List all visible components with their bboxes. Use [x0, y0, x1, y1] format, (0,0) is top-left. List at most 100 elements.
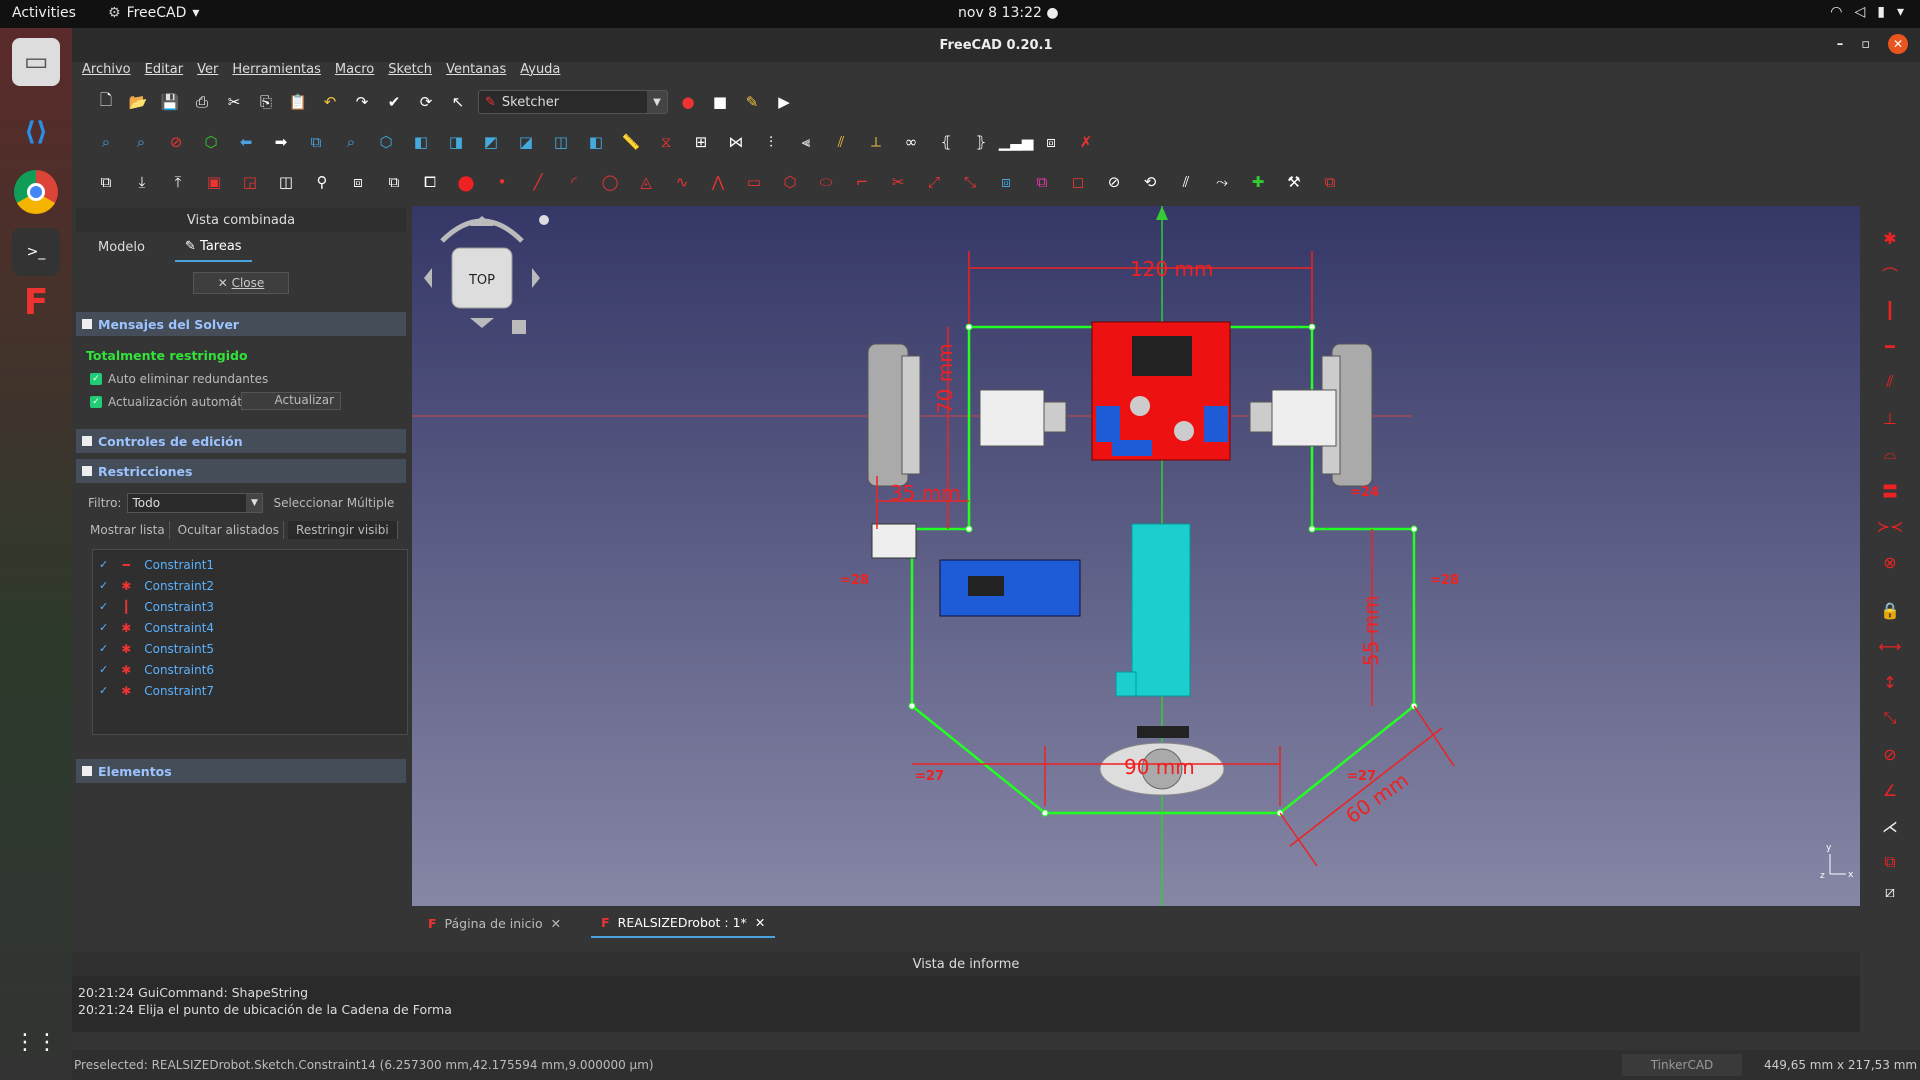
validate-icon[interactable]: ⚲ — [310, 170, 334, 194]
constraint-list[interactable]: ✓ ━ Constraint1 ✓ ✱ Constraint2 ✓ ┃ Constraint… — [92, 549, 408, 735]
front-view-icon[interactable]: ◧ — [409, 130, 433, 154]
reorient-icon[interactable]: ◫ — [274, 170, 298, 194]
block-icon[interactable]: ⧈ — [1039, 130, 1063, 154]
toggle-driving-icon[interactable]: ⧉ — [1878, 850, 1902, 874]
chrome-icon[interactable] — [12, 168, 60, 216]
auto-update-checkbox[interactable]: ✓ Actualización automática Actualizar — [76, 386, 406, 410]
constraint-row[interactable]: ✓ ✱ Constraint6 — [93, 659, 407, 680]
equal-constraint-bottom-right[interactable]: =27 — [1347, 769, 1376, 784]
toggle-driving-icon[interactable]: ⊘ — [1102, 170, 1126, 194]
dim-side-label[interactable]: 35 mm — [890, 481, 961, 505]
rear-view-icon[interactable]: ◪ — [514, 130, 538, 154]
line-icon[interactable]: ╱ — [526, 170, 550, 194]
stop-operation-icon[interactable]: ● — [454, 170, 478, 194]
constrain-block-icon[interactable]: ⊗ — [1878, 550, 1902, 574]
run-macro-icon[interactable]: ▶ — [772, 90, 796, 114]
carbon-copy-icon[interactable]: ⧉ — [1030, 170, 1054, 194]
constrain-radius-icon[interactable]: ⊘ — [1878, 742, 1902, 766]
merge-icon[interactable]: ⧈ — [346, 170, 370, 194]
new-document-icon[interactable]: 🗋 — [94, 90, 118, 114]
constraint-row[interactable]: ✓ ✱ Constraint7 — [93, 680, 407, 701]
tab-realsized-robot[interactable]: F REALSIZEDrobot : 1* ✕ — [591, 909, 776, 938]
equal-constraint-right[interactable]: =28 — [1430, 573, 1459, 588]
clone-icon[interactable]: ⧠ — [418, 170, 442, 194]
navigation-cube[interactable]: TOP — [424, 215, 549, 334]
hide-listed-button[interactable]: Ocultar alistados — [174, 521, 285, 539]
slot-icon[interactable]: ⬭ — [814, 170, 838, 194]
vscode-icon[interactable]: ⟨⟩ — [12, 108, 60, 156]
close-window-button[interactable]: ✕ — [1888, 34, 1908, 54]
fillet-icon[interactable]: ⌐ — [850, 170, 874, 194]
top-view-icon[interactable]: ◨ — [444, 130, 468, 154]
equal-constraint-bottom-left[interactable]: =27 — [915, 769, 944, 784]
constrain-perpendicular-icon[interactable]: ⊥ — [1878, 406, 1902, 430]
constrain-equal-icon[interactable]: 〓 — [1878, 478, 1902, 502]
bounding-box-icon[interactable]: ⬡ — [199, 130, 223, 154]
remove-axes-icon[interactable]: ⚒ — [1282, 170, 1306, 194]
restrict-visible-button[interactable]: Restringir visibi — [288, 521, 398, 539]
chart-icon[interactable]: ▁▃▅ — [999, 130, 1034, 154]
constraint-row[interactable]: ✓ ━ Constraint1 — [93, 554, 407, 575]
paste-icon[interactable]: 📋 — [286, 90, 310, 114]
offset-icon[interactable]: ⤳ — [1210, 170, 1234, 194]
menu-sketch[interactable]: Sketch — [388, 62, 432, 82]
constraint-horizontal-icon[interactable]: ⫷ — [794, 130, 818, 154]
arc-icon[interactable]: ◜ — [562, 170, 586, 194]
clock[interactable]: nov 8 13:22 ● — [958, 5, 1059, 21]
record-macro-icon[interactable]: ● — [676, 90, 700, 114]
tab-start-page[interactable]: F Página de inicio ✕ — [418, 910, 571, 937]
save-icon[interactable]: 💾 — [158, 90, 182, 114]
constrain-angle-icon[interactable]: ∠ — [1878, 778, 1902, 802]
link-icon[interactable]: ⧉ — [304, 130, 328, 154]
workbench-selector[interactable]: ✎ Sketcher ▼ — [478, 90, 668, 114]
menu-ayuda[interactable]: Ayuda — [520, 62, 560, 82]
constraint-symmetric-icon[interactable]: ⦄ — [969, 130, 993, 154]
constrain-parallel-icon[interactable]: ⫽ — [1878, 370, 1902, 394]
constraint-tangent-icon[interactable]: ∞ — [899, 130, 923, 154]
copy-icon[interactable]: ⎘ — [254, 90, 278, 114]
solver-messages-header[interactable]: Mensajes del Solver — [76, 312, 406, 336]
conic-icon[interactable]: ◬ — [634, 170, 658, 194]
construction-mode-icon[interactable]: ◻ — [1066, 170, 1090, 194]
bspline-tools-icon[interactable]: ⧉ — [1318, 170, 1342, 194]
circle-icon[interactable]: ◯ — [598, 170, 622, 194]
polyline-icon[interactable]: ⋀ — [706, 170, 730, 194]
constrain-horizontal-icon[interactable]: ━ — [1878, 334, 1902, 358]
redo-icon[interactable]: ↷ — [350, 90, 374, 114]
cut-icon[interactable]: ✂ — [222, 90, 246, 114]
system-tray[interactable]: ◠ ◁ ▮ ▾ — [1830, 4, 1904, 20]
zoom-icon[interactable]: ⌕ — [339, 130, 363, 154]
dim-height-label[interactable]: 70 mm — [933, 343, 957, 414]
menu-archivo[interactable]: Archivo — [82, 62, 131, 82]
dim-bottom-label[interactable]: 90 mm — [1124, 755, 1195, 779]
show-apps-icon[interactable]: ⋮⋮ — [12, 1018, 60, 1066]
trim-icon[interactable]: ✂ — [886, 170, 910, 194]
split-icon[interactable]: ⤡ — [958, 170, 982, 194]
menu-editar[interactable]: Editar — [145, 62, 184, 82]
report-log[interactable]: 20:21:24 GuiCommand: ShapeString 20:21:2… — [72, 976, 1860, 1032]
sketch-viewport[interactable]: TOP 120 mm 70 mm 35 mm 55 mm 90 mm 60 mm… — [412, 206, 1860, 906]
point-icon[interactable]: • — [490, 170, 514, 194]
files-icon[interactable]: ▭ — [12, 38, 60, 86]
show-list-button[interactable]: Mostrar lista — [86, 521, 170, 539]
app-menu[interactable]: ⚙ FreeCAD ▾ — [108, 5, 199, 21]
export-icon[interactable]: ⤒ — [166, 170, 190, 194]
menu-macro[interactable]: Macro — [335, 62, 374, 82]
select-elements-icon[interactable]: ⟲ — [1138, 170, 1162, 194]
whats-this-icon[interactable]: ↖ — [446, 90, 470, 114]
dim-right-label[interactable]: 55 mm — [1359, 595, 1383, 666]
toggle-active-icon[interactable]: ⧄ — [1878, 880, 1902, 904]
close-icon[interactable]: ✕ — [551, 916, 561, 931]
map-sketch-icon[interactable]: ◲ — [238, 170, 262, 194]
refresh-icon[interactable]: ⟳ — [414, 90, 438, 114]
add-constraint-icon[interactable]: ✚ — [1246, 170, 1270, 194]
menu-ventanas[interactable]: Ventanas — [446, 62, 506, 82]
constrain-point-on-object-icon[interactable]: ⌒ — [1878, 262, 1902, 286]
constrain-lock-icon[interactable]: 🔒 — [1878, 598, 1902, 622]
constrain-distance-icon[interactable]: ⤡ — [1878, 706, 1902, 730]
update-button[interactable]: Actualizar — [241, 392, 341, 410]
view-sketch-icon[interactable]: ⧉ — [94, 170, 118, 194]
check-icon[interactable]: ✔ — [382, 90, 406, 114]
close-button[interactable]: ✕ Close — [193, 272, 289, 294]
symmetry-icon[interactable]: ⫽ — [1174, 170, 1198, 194]
